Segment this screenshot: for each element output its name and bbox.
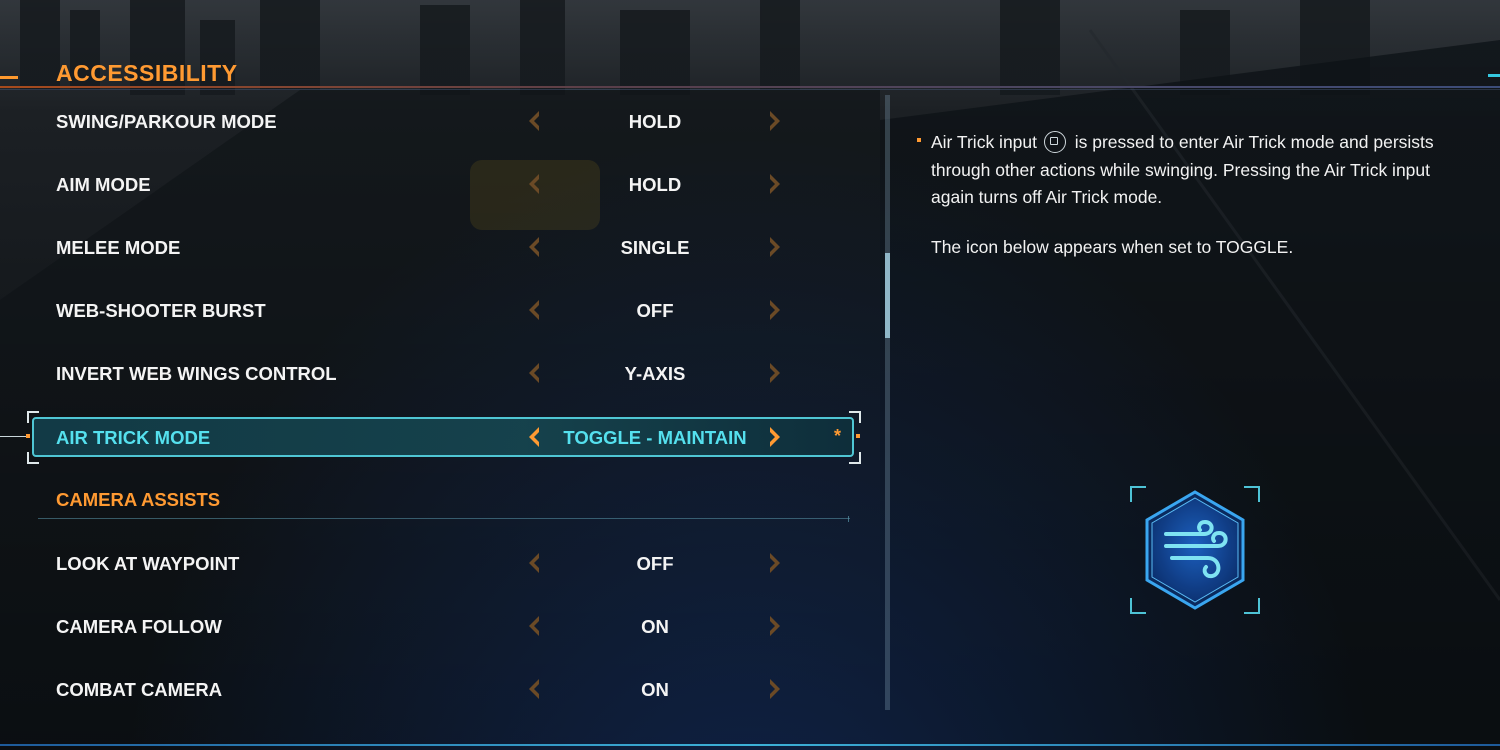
chevron-right-icon[interactable] — [767, 171, 783, 197]
setting-description: Air Trick input is pressed to enter Air … — [931, 129, 1471, 212]
setting-label: AIM MODE — [56, 174, 151, 195]
header-divider — [0, 86, 1500, 88]
header-divider-secondary — [0, 89, 1500, 90]
setting-row-look-at-waypoint[interactable]: LOOK AT WAYPOINT OFF — [32, 543, 854, 583]
setting-row-camera-follow[interactable]: CAMERA FOLLOW ON — [32, 606, 854, 646]
setting-value: HOLD — [628, 174, 682, 195]
section-title-camera-assists: CAMERA ASSISTS — [56, 489, 221, 510]
setting-value: OFF — [636, 300, 674, 321]
selection-marker-right — [856, 434, 860, 438]
setting-value: Y-AXIS — [624, 363, 686, 384]
selection-marker-left — [26, 434, 30, 438]
chevron-right-icon[interactable] — [767, 424, 783, 450]
setting-label: MELEE MODE — [56, 237, 181, 258]
header-right-accent — [1488, 74, 1500, 77]
setting-value: TOGGLE - MAINTAIN — [563, 427, 747, 448]
square-button-icon — [1043, 131, 1066, 153]
setting-value: ON — [641, 616, 669, 637]
footer-divider — [0, 744, 1500, 746]
section-divider-end — [848, 516, 849, 522]
setting-value: ON — [641, 679, 669, 700]
setting-label: CAMERA FOLLOW — [56, 616, 222, 637]
scrollbar-thumb[interactable] — [885, 253, 890, 338]
setting-row-combat-camera[interactable]: COMBAT CAMERA ON — [32, 669, 854, 709]
selection-pointer-line — [0, 436, 28, 437]
description-note: The icon below appears when set to TOGGL… — [931, 237, 1294, 257]
setting-row-web-shooter-burst[interactable]: WEB-SHOOTER BURST OFF — [32, 290, 854, 330]
chevron-right-icon[interactable] — [767, 550, 783, 576]
header-left-accent — [0, 76, 18, 79]
setting-value: HOLD — [628, 111, 682, 132]
setting-label: INVERT WEB WINGS CONTROL — [56, 363, 337, 384]
setting-label: COMBAT CAMERA — [56, 679, 223, 700]
description-bullet — [917, 138, 921, 142]
air-trick-wind-icon — [1145, 490, 1245, 610]
chevron-right-icon[interactable] — [767, 234, 783, 260]
scrollbar-track[interactable] — [885, 95, 890, 710]
section-divider — [38, 518, 850, 519]
setting-label: AIR TRICK MODE — [56, 427, 211, 448]
setting-value: OFF — [636, 553, 674, 574]
preview-icon-frame — [1130, 486, 1260, 614]
setting-label: SWING/PARKOUR MODE — [56, 111, 277, 132]
setting-row-invert-web-wings-control[interactable]: INVERT WEB WINGS CONTROL Y-AXIS — [32, 353, 854, 393]
description-text-start: Air Trick input — [931, 132, 1037, 152]
chevron-right-icon[interactable] — [767, 108, 783, 134]
page-title: ACCESSIBILITY — [56, 60, 238, 86]
setting-row-swing-parkour-mode[interactable]: SWING/PARKOUR MODE HOLD — [32, 101, 854, 141]
chevron-right-icon[interactable] — [767, 676, 783, 702]
setting-value: SINGLE — [620, 237, 690, 258]
chevron-right-icon[interactable] — [767, 297, 783, 323]
setting-label: WEB-SHOOTER BURST — [56, 300, 266, 321]
setting-label: LOOK AT WAYPOINT — [56, 553, 240, 574]
setting-row-melee-mode[interactable]: MELEE MODE SINGLE — [32, 227, 854, 267]
modified-marker: * — [834, 426, 842, 446]
setting-row-air-trick-mode[interactable]: AIR TRICK MODE TOGGLE - MAINTAIN * — [32, 417, 854, 457]
setting-row-aim-mode[interactable]: AIM MODE HOLD — [32, 164, 854, 204]
chevron-right-icon[interactable] — [767, 613, 783, 639]
chevron-right-icon[interactable] — [767, 360, 783, 386]
